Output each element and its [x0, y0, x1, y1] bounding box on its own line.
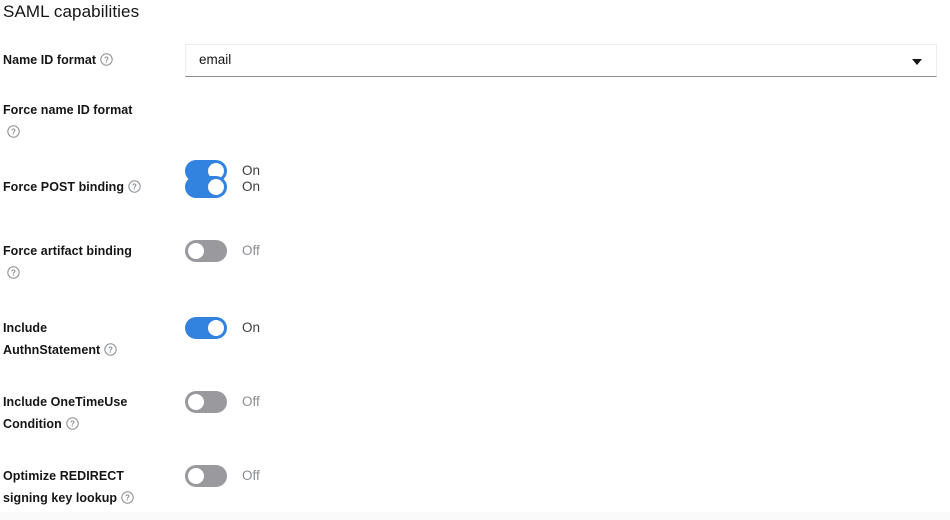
toggle-state-force-post-binding: On — [242, 176, 260, 198]
saml-capabilities-form: Name ID format? email Force name ID form… — [0, 44, 950, 514]
toggle-knob — [188, 394, 204, 410]
toggle-knob — [188, 243, 204, 259]
label-optimize-redirect-line2: signing key lookup — [3, 491, 117, 505]
form-row-optimize-redirect-signing-key-lookup: Optimize REDIRECT signing key lookup? Off — [0, 454, 950, 514]
toggle-force-artifact-binding[interactable] — [185, 240, 227, 262]
svg-text:?: ? — [70, 419, 75, 428]
help-circle-icon[interactable]: ? — [104, 343, 117, 356]
svg-text:?: ? — [11, 127, 16, 136]
toggle-force-post-binding[interactable] — [185, 176, 227, 198]
form-row-force-post-binding: Force POST binding? On — [0, 165, 950, 229]
toggle-include-authnstatement[interactable] — [185, 317, 227, 339]
label-force-artifact-binding-text: Force artifact binding — [3, 244, 132, 258]
toggle-state-include-authnstatement: On — [242, 317, 260, 339]
svg-text:?: ? — [104, 55, 109, 64]
label-force-post-binding: Force POST binding? — [3, 176, 178, 198]
toggle-knob — [188, 468, 204, 484]
name-id-format-value: email — [199, 52, 231, 67]
label-include-authnstatement-line2: AuthnStatement — [3, 343, 100, 357]
label-include-onetimeuse-condition: Include OneTimeUse Condition? — [3, 391, 178, 435]
label-include-onetimeuse-condition-line2: Condition — [3, 417, 62, 431]
bottom-divider-band — [0, 512, 950, 520]
form-row-force-artifact-binding: Force artifact binding? Off — [0, 229, 950, 306]
svg-text:?: ? — [108, 345, 113, 354]
help-circle-icon[interactable]: ? — [100, 53, 113, 66]
label-include-authnstatement-line1: Include — [3, 321, 47, 335]
chevron-down-icon[interactable] — [912, 59, 922, 65]
toggle-state-optimize-redirect-signing-key-lookup: Off — [242, 465, 260, 487]
toggle-include-onetimeuse-condition[interactable] — [185, 391, 227, 413]
svg-text:?: ? — [132, 182, 137, 191]
label-force-name-id-format: Force name ID format? — [3, 99, 178, 143]
help-circle-icon[interactable]: ? — [121, 491, 134, 504]
label-name-id-format: Name ID format? — [3, 49, 178, 71]
help-circle-icon[interactable]: ? — [7, 266, 20, 279]
label-optimize-redirect-line1: Optimize REDIRECT — [3, 469, 124, 483]
toggle-knob — [208, 320, 224, 336]
form-row-name-id-format: Name ID format? email — [0, 44, 950, 88]
svg-text:?: ? — [125, 493, 130, 502]
label-optimize-redirect-signing-key-lookup: Optimize REDIRECT signing key lookup? — [3, 465, 178, 509]
page-title: SAML capabilities — [3, 2, 139, 22]
label-force-name-id-format-text: Force name ID format — [3, 103, 133, 117]
toggle-knob — [208, 179, 224, 195]
label-force-post-binding-text: Force POST binding — [3, 180, 124, 194]
label-include-authnstatement: Include AuthnStatement? — [3, 317, 178, 361]
name-id-format-select[interactable]: email — [185, 44, 937, 77]
toggle-optimize-redirect-signing-key-lookup[interactable] — [185, 465, 227, 487]
help-circle-icon[interactable]: ? — [66, 417, 79, 430]
help-circle-icon[interactable]: ? — [128, 180, 141, 193]
label-include-onetimeuse-condition-line1: Include OneTimeUse — [3, 395, 127, 409]
form-row-include-authnstatement: Include AuthnStatement? On — [0, 306, 950, 380]
svg-text:?: ? — [11, 268, 16, 277]
form-row-force-name-id-format: Force name ID format? On — [0, 88, 950, 165]
toggle-state-force-artifact-binding: Off — [242, 240, 260, 262]
label-name-id-format-text: Name ID format — [3, 53, 96, 67]
help-circle-icon[interactable]: ? — [7, 125, 20, 138]
toggle-state-include-onetimeuse-condition: Off — [242, 391, 260, 413]
form-row-include-onetimeuse-condition: Include OneTimeUse Condition? Off — [0, 380, 950, 454]
label-force-artifact-binding: Force artifact binding? — [3, 240, 178, 284]
